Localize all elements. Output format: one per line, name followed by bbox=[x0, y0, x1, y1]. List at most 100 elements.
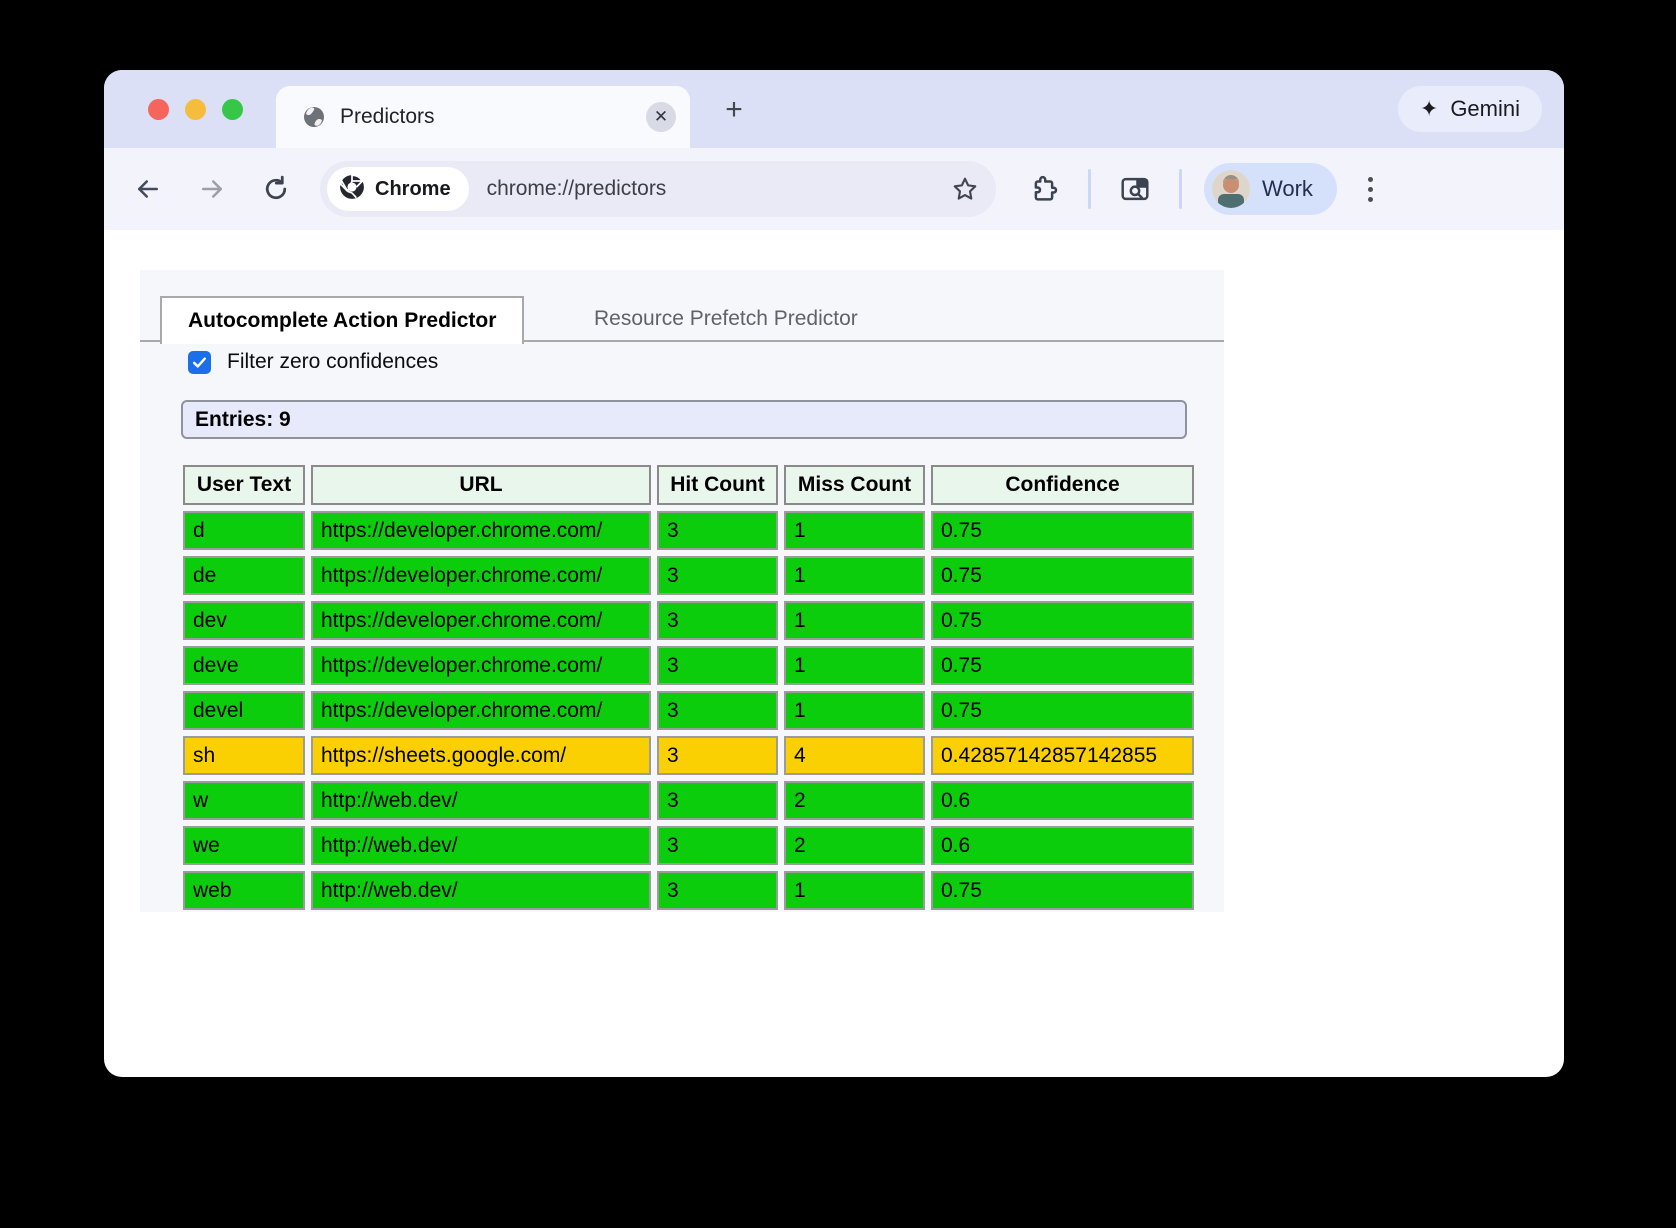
cell-confidence: 0.75 bbox=[931, 601, 1194, 640]
forward-icon[interactable] bbox=[190, 167, 234, 211]
screenshot-stage: Predictors ✕ + ✦ Gemini bbox=[0, 0, 1676, 1228]
cell-miss-count: 1 bbox=[784, 871, 925, 910]
browser-window: Predictors ✕ + ✦ Gemini bbox=[104, 70, 1564, 1077]
chrome-logo-icon bbox=[339, 174, 365, 205]
tab-strip: Predictors ✕ + ✦ Gemini bbox=[104, 70, 1564, 148]
cell-user-text: deve bbox=[183, 646, 305, 685]
filter-zero-confidences-checkbox[interactable] bbox=[188, 351, 211, 374]
cell-user-text: w bbox=[183, 781, 305, 820]
cell-confidence: 0.75 bbox=[931, 556, 1194, 595]
cell-miss-count: 1 bbox=[784, 511, 925, 550]
tab-resource-prefetch-predictor[interactable]: Resource Prefetch Predictor bbox=[568, 296, 884, 342]
table-row: whttp://web.dev/320.6 bbox=[183, 781, 1194, 820]
table-row: dhttps://developer.chrome.com/310.75 bbox=[183, 511, 1194, 550]
filter-zero-confidences-label: Filter zero confidences bbox=[227, 350, 438, 374]
table-row: webhttp://web.dev/310.75 bbox=[183, 871, 1194, 910]
side-panel-search-icon[interactable] bbox=[1113, 167, 1157, 211]
cell-hit-count: 3 bbox=[657, 646, 778, 685]
cell-url: http://web.dev/ bbox=[311, 826, 651, 865]
cell-user-text: d bbox=[183, 511, 305, 550]
table-row: wehttp://web.dev/320.6 bbox=[183, 826, 1194, 865]
cell-confidence: 0.75 bbox=[931, 691, 1194, 730]
cell-confidence: 0.42857142857142855 bbox=[931, 736, 1194, 775]
column-header-confidence: Confidence bbox=[931, 465, 1194, 505]
cell-hit-count: 3 bbox=[657, 871, 778, 910]
cell-url: https://developer.chrome.com/ bbox=[311, 601, 651, 640]
cell-confidence: 0.75 bbox=[931, 511, 1194, 550]
cell-confidence: 0.6 bbox=[931, 781, 1194, 820]
cell-confidence: 0.75 bbox=[931, 871, 1194, 910]
table-row: develhttps://developer.chrome.com/310.75 bbox=[183, 691, 1194, 730]
traffic-lights bbox=[148, 99, 243, 120]
profile-button[interactable]: Work bbox=[1204, 163, 1337, 215]
column-header-user-text: User Text bbox=[183, 465, 305, 505]
globe-favicon-icon bbox=[302, 105, 326, 129]
cell-miss-count: 2 bbox=[784, 781, 925, 820]
url-text[interactable]: chrome://predictors bbox=[487, 177, 950, 201]
cell-miss-count: 1 bbox=[784, 691, 925, 730]
fullscreen-window-button[interactable] bbox=[222, 99, 243, 120]
cell-user-text: we bbox=[183, 826, 305, 865]
reload-icon[interactable] bbox=[254, 167, 298, 211]
cell-url: http://web.dev/ bbox=[311, 781, 651, 820]
cell-miss-count: 2 bbox=[784, 826, 925, 865]
cell-hit-count: 3 bbox=[657, 826, 778, 865]
cell-user-text: web bbox=[183, 871, 305, 910]
close-tab-icon[interactable]: ✕ bbox=[646, 102, 676, 132]
bookmark-star-icon[interactable] bbox=[950, 174, 980, 204]
cell-hit-count: 3 bbox=[657, 781, 778, 820]
cell-hit-count: 3 bbox=[657, 601, 778, 640]
toolbar-divider bbox=[1179, 169, 1182, 209]
cell-user-text: devel bbox=[183, 691, 305, 730]
cell-url: https://sheets.google.com/ bbox=[311, 736, 651, 775]
cell-url: https://developer.chrome.com/ bbox=[311, 691, 651, 730]
cell-confidence: 0.75 bbox=[931, 646, 1194, 685]
gemini-spark-icon: ✦ bbox=[1420, 96, 1438, 122]
cell-hit-count: 3 bbox=[657, 511, 778, 550]
toolbar: Chrome chrome://predictors bbox=[104, 148, 1564, 230]
tab-title: Predictors bbox=[340, 105, 646, 129]
predictors-table: User TextURLHit CountMiss CountConfidenc… bbox=[177, 459, 1200, 912]
extensions-puzzle-icon[interactable] bbox=[1022, 167, 1066, 211]
gemini-button[interactable]: ✦ Gemini bbox=[1398, 86, 1542, 132]
cell-confidence: 0.6 bbox=[931, 826, 1194, 865]
column-header-url: URL bbox=[311, 465, 651, 505]
kebab-menu-icon[interactable] bbox=[1351, 169, 1391, 209]
table-row: shhttps://sheets.google.com/340.42857142… bbox=[183, 736, 1194, 775]
gemini-label: Gemini bbox=[1450, 96, 1520, 122]
chrome-chip-label: Chrome bbox=[375, 178, 451, 201]
cell-hit-count: 3 bbox=[657, 691, 778, 730]
table-row: devhttps://developer.chrome.com/310.75 bbox=[183, 601, 1194, 640]
back-icon[interactable] bbox=[126, 167, 170, 211]
cell-miss-count: 4 bbox=[784, 736, 925, 775]
toolbar-divider bbox=[1088, 169, 1091, 209]
chrome-chip[interactable]: Chrome bbox=[327, 167, 469, 211]
close-window-button[interactable] bbox=[148, 99, 169, 120]
profile-label: Work bbox=[1262, 176, 1313, 202]
cell-url: https://developer.chrome.com/ bbox=[311, 556, 651, 595]
cell-hit-count: 3 bbox=[657, 736, 778, 775]
cell-url: https://developer.chrome.com/ bbox=[311, 511, 651, 550]
cell-url: https://developer.chrome.com/ bbox=[311, 646, 651, 685]
table-row: dehttps://developer.chrome.com/310.75 bbox=[183, 556, 1194, 595]
cell-miss-count: 1 bbox=[784, 556, 925, 595]
browser-tab-predictors[interactable]: Predictors ✕ bbox=[276, 86, 690, 148]
cell-user-text: sh bbox=[183, 736, 305, 775]
new-tab-button[interactable]: + bbox=[716, 92, 752, 128]
cell-miss-count: 1 bbox=[784, 646, 925, 685]
cell-miss-count: 1 bbox=[784, 601, 925, 640]
entries-count: Entries: 9 bbox=[181, 400, 1187, 439]
minimize-window-button[interactable] bbox=[185, 99, 206, 120]
address-bar[interactable]: Chrome chrome://predictors bbox=[320, 161, 996, 217]
tab-autocomplete-action-predictor[interactable]: Autocomplete Action Predictor bbox=[160, 296, 524, 344]
column-header-hit-count: Hit Count bbox=[657, 465, 778, 505]
avatar bbox=[1212, 170, 1250, 208]
filter-row: Filter zero confidences bbox=[188, 350, 438, 374]
cell-user-text: de bbox=[183, 556, 305, 595]
predictors-page: Autocomplete Action Predictor Resource P… bbox=[140, 270, 1224, 912]
cell-user-text: dev bbox=[183, 601, 305, 640]
table-row: devehttps://developer.chrome.com/310.75 bbox=[183, 646, 1194, 685]
table-header-row: User TextURLHit CountMiss CountConfidenc… bbox=[183, 465, 1194, 505]
cell-url: http://web.dev/ bbox=[311, 871, 651, 910]
column-header-miss-count: Miss Count bbox=[784, 465, 925, 505]
